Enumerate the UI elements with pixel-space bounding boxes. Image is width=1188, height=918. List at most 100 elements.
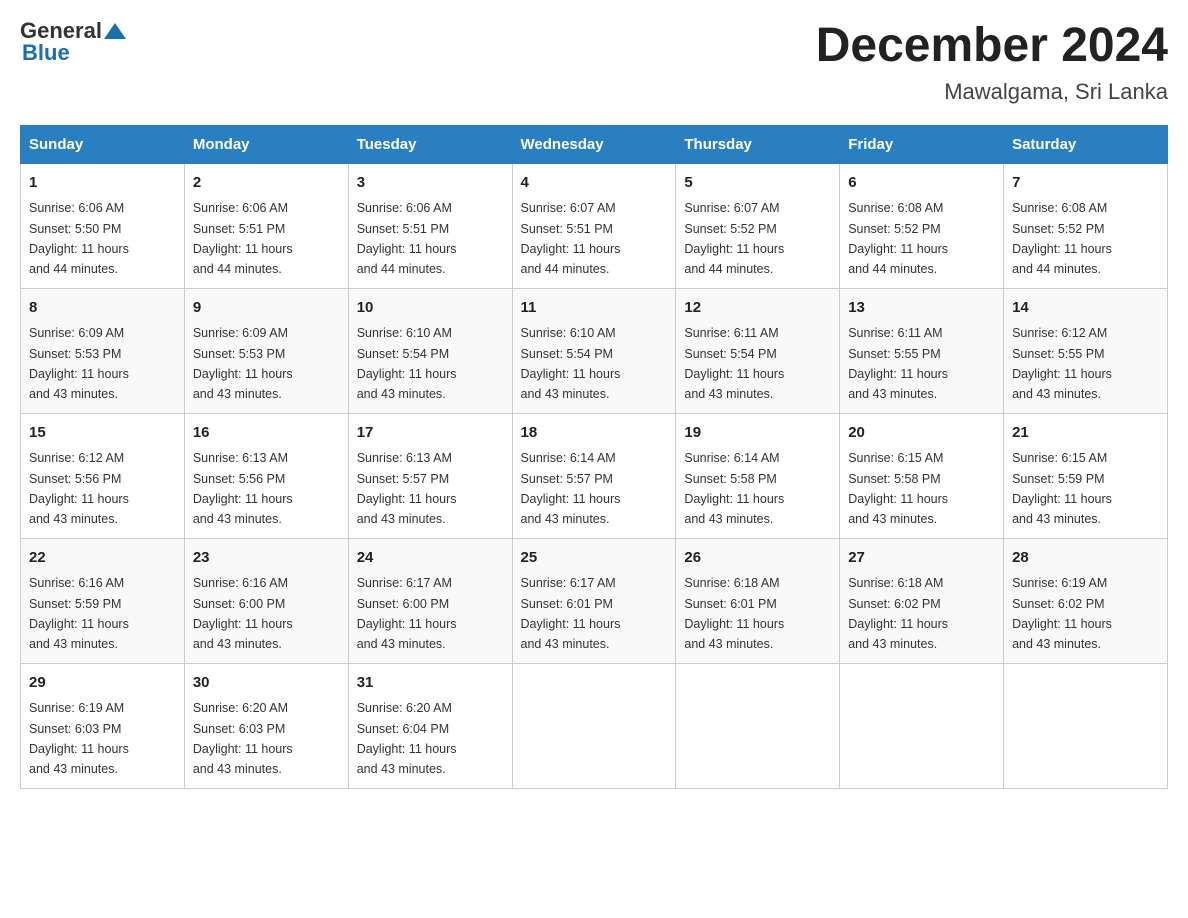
calendar-cell: 29 Sunrise: 6:19 AMSunset: 6:03 PMDaylig… — [21, 663, 185, 788]
day-number: 29 — [29, 672, 176, 695]
day-info: Sunrise: 6:13 AMSunset: 5:56 PMDaylight:… — [193, 451, 293, 526]
day-info: Sunrise: 6:10 AMSunset: 5:54 PMDaylight:… — [521, 326, 621, 401]
day-info: Sunrise: 6:17 AMSunset: 6:01 PMDaylight:… — [521, 576, 621, 651]
day-info: Sunrise: 6:18 AMSunset: 6:02 PMDaylight:… — [848, 576, 948, 651]
calendar-cell: 2 Sunrise: 6:06 AMSunset: 5:51 PMDayligh… — [184, 163, 348, 288]
header-sunday: Sunday — [21, 125, 185, 163]
day-number: 1 — [29, 172, 176, 195]
day-info: Sunrise: 6:08 AMSunset: 5:52 PMDaylight:… — [848, 201, 948, 276]
calendar-cell: 1 Sunrise: 6:06 AMSunset: 5:50 PMDayligh… — [21, 163, 185, 288]
day-number: 31 — [357, 672, 504, 695]
day-number: 13 — [848, 297, 995, 320]
day-info: Sunrise: 6:20 AMSunset: 6:03 PMDaylight:… — [193, 701, 293, 776]
day-number: 2 — [193, 172, 340, 195]
week-row-2: 8 Sunrise: 6:09 AMSunset: 5:53 PMDayligh… — [21, 288, 1168, 413]
calendar-cell: 28 Sunrise: 6:19 AMSunset: 6:02 PMDaylig… — [1004, 538, 1168, 663]
calendar-cell: 7 Sunrise: 6:08 AMSunset: 5:52 PMDayligh… — [1004, 163, 1168, 288]
day-number: 21 — [1012, 422, 1159, 445]
day-info: Sunrise: 6:11 AMSunset: 5:54 PMDaylight:… — [684, 326, 784, 401]
header-tuesday: Tuesday — [348, 125, 512, 163]
logo-blue-text: Blue — [22, 42, 126, 64]
header-monday: Monday — [184, 125, 348, 163]
day-info: Sunrise: 6:13 AMSunset: 5:57 PMDaylight:… — [357, 451, 457, 526]
calendar-table: SundayMondayTuesdayWednesdayThursdayFrid… — [20, 125, 1168, 789]
day-info: Sunrise: 6:10 AMSunset: 5:54 PMDaylight:… — [357, 326, 457, 401]
day-number: 8 — [29, 297, 176, 320]
calendar-cell: 24 Sunrise: 6:17 AMSunset: 6:00 PMDaylig… — [348, 538, 512, 663]
calendar-cell: 11 Sunrise: 6:10 AMSunset: 5:54 PMDaylig… — [512, 288, 676, 413]
day-number: 12 — [684, 297, 831, 320]
calendar-cell: 20 Sunrise: 6:15 AMSunset: 5:58 PMDaylig… — [840, 413, 1004, 538]
calendar-cell — [512, 663, 676, 788]
day-number: 27 — [848, 547, 995, 570]
calendar-cell — [676, 663, 840, 788]
calendar-cell: 13 Sunrise: 6:11 AMSunset: 5:55 PMDaylig… — [840, 288, 1004, 413]
day-number: 26 — [684, 547, 831, 570]
day-number: 24 — [357, 547, 504, 570]
calendar-cell: 31 Sunrise: 6:20 AMSunset: 6:04 PMDaylig… — [348, 663, 512, 788]
day-info: Sunrise: 6:06 AMSunset: 5:51 PMDaylight:… — [357, 201, 457, 276]
day-number: 22 — [29, 547, 176, 570]
day-number: 18 — [521, 422, 668, 445]
calendar-cell: 21 Sunrise: 6:15 AMSunset: 5:59 PMDaylig… — [1004, 413, 1168, 538]
calendar-cell: 26 Sunrise: 6:18 AMSunset: 6:01 PMDaylig… — [676, 538, 840, 663]
calendar-cell: 25 Sunrise: 6:17 AMSunset: 6:01 PMDaylig… — [512, 538, 676, 663]
calendar-cell: 15 Sunrise: 6:12 AMSunset: 5:56 PMDaylig… — [21, 413, 185, 538]
day-info: Sunrise: 6:16 AMSunset: 6:00 PMDaylight:… — [193, 576, 293, 651]
day-number: 19 — [684, 422, 831, 445]
day-number: 25 — [521, 547, 668, 570]
calendar-cell: 10 Sunrise: 6:10 AMSunset: 5:54 PMDaylig… — [348, 288, 512, 413]
calendar-cell: 9 Sunrise: 6:09 AMSunset: 5:53 PMDayligh… — [184, 288, 348, 413]
day-info: Sunrise: 6:06 AMSunset: 5:50 PMDaylight:… — [29, 201, 129, 276]
day-info: Sunrise: 6:12 AMSunset: 5:55 PMDaylight:… — [1012, 326, 1112, 401]
day-number: 6 — [848, 172, 995, 195]
calendar-cell: 30 Sunrise: 6:20 AMSunset: 6:03 PMDaylig… — [184, 663, 348, 788]
day-info: Sunrise: 6:08 AMSunset: 5:52 PMDaylight:… — [1012, 201, 1112, 276]
logo: General Blue — [20, 20, 126, 64]
calendar-cell: 6 Sunrise: 6:08 AMSunset: 5:52 PMDayligh… — [840, 163, 1004, 288]
day-info: Sunrise: 6:09 AMSunset: 5:53 PMDaylight:… — [193, 326, 293, 401]
day-number: 5 — [684, 172, 831, 195]
calendar-cell: 22 Sunrise: 6:16 AMSunset: 5:59 PMDaylig… — [21, 538, 185, 663]
calendar-cell: 17 Sunrise: 6:13 AMSunset: 5:57 PMDaylig… — [348, 413, 512, 538]
day-number: 15 — [29, 422, 176, 445]
day-info: Sunrise: 6:07 AMSunset: 5:51 PMDaylight:… — [521, 201, 621, 276]
day-number: 11 — [521, 297, 668, 320]
week-row-3: 15 Sunrise: 6:12 AMSunset: 5:56 PMDaylig… — [21, 413, 1168, 538]
day-number: 4 — [521, 172, 668, 195]
day-number: 14 — [1012, 297, 1159, 320]
day-number: 30 — [193, 672, 340, 695]
calendar-cell: 16 Sunrise: 6:13 AMSunset: 5:56 PMDaylig… — [184, 413, 348, 538]
logo-general-text: General — [20, 20, 102, 42]
day-info: Sunrise: 6:18 AMSunset: 6:01 PMDaylight:… — [684, 576, 784, 651]
day-info: Sunrise: 6:16 AMSunset: 5:59 PMDaylight:… — [29, 576, 129, 651]
day-info: Sunrise: 6:14 AMSunset: 5:58 PMDaylight:… — [684, 451, 784, 526]
calendar-cell — [1004, 663, 1168, 788]
title-block: December 2024 Mawalgama, Sri Lanka — [816, 20, 1168, 105]
day-info: Sunrise: 6:20 AMSunset: 6:04 PMDaylight:… — [357, 701, 457, 776]
week-row-1: 1 Sunrise: 6:06 AMSunset: 5:50 PMDayligh… — [21, 163, 1168, 288]
header-wednesday: Wednesday — [512, 125, 676, 163]
day-number: 17 — [357, 422, 504, 445]
day-info: Sunrise: 6:09 AMSunset: 5:53 PMDaylight:… — [29, 326, 129, 401]
day-info: Sunrise: 6:12 AMSunset: 5:56 PMDaylight:… — [29, 451, 129, 526]
calendar-header-row: SundayMondayTuesdayWednesdayThursdayFrid… — [21, 125, 1168, 163]
page-subtitle: Mawalgama, Sri Lanka — [816, 79, 1168, 105]
header-thursday: Thursday — [676, 125, 840, 163]
calendar-cell: 12 Sunrise: 6:11 AMSunset: 5:54 PMDaylig… — [676, 288, 840, 413]
calendar-cell: 4 Sunrise: 6:07 AMSunset: 5:51 PMDayligh… — [512, 163, 676, 288]
page-header: General Blue December 2024 Mawalgama, Sr… — [20, 20, 1168, 105]
day-info: Sunrise: 6:17 AMSunset: 6:00 PMDaylight:… — [357, 576, 457, 651]
day-number: 9 — [193, 297, 340, 320]
day-number: 7 — [1012, 172, 1159, 195]
day-info: Sunrise: 6:19 AMSunset: 6:03 PMDaylight:… — [29, 701, 129, 776]
page-title: December 2024 — [816, 20, 1168, 73]
day-info: Sunrise: 6:06 AMSunset: 5:51 PMDaylight:… — [193, 201, 293, 276]
header-friday: Friday — [840, 125, 1004, 163]
day-info: Sunrise: 6:14 AMSunset: 5:57 PMDaylight:… — [521, 451, 621, 526]
day-info: Sunrise: 6:15 AMSunset: 5:59 PMDaylight:… — [1012, 451, 1112, 526]
day-number: 20 — [848, 422, 995, 445]
day-info: Sunrise: 6:07 AMSunset: 5:52 PMDaylight:… — [684, 201, 784, 276]
calendar-cell: 5 Sunrise: 6:07 AMSunset: 5:52 PMDayligh… — [676, 163, 840, 288]
day-info: Sunrise: 6:19 AMSunset: 6:02 PMDaylight:… — [1012, 576, 1112, 651]
